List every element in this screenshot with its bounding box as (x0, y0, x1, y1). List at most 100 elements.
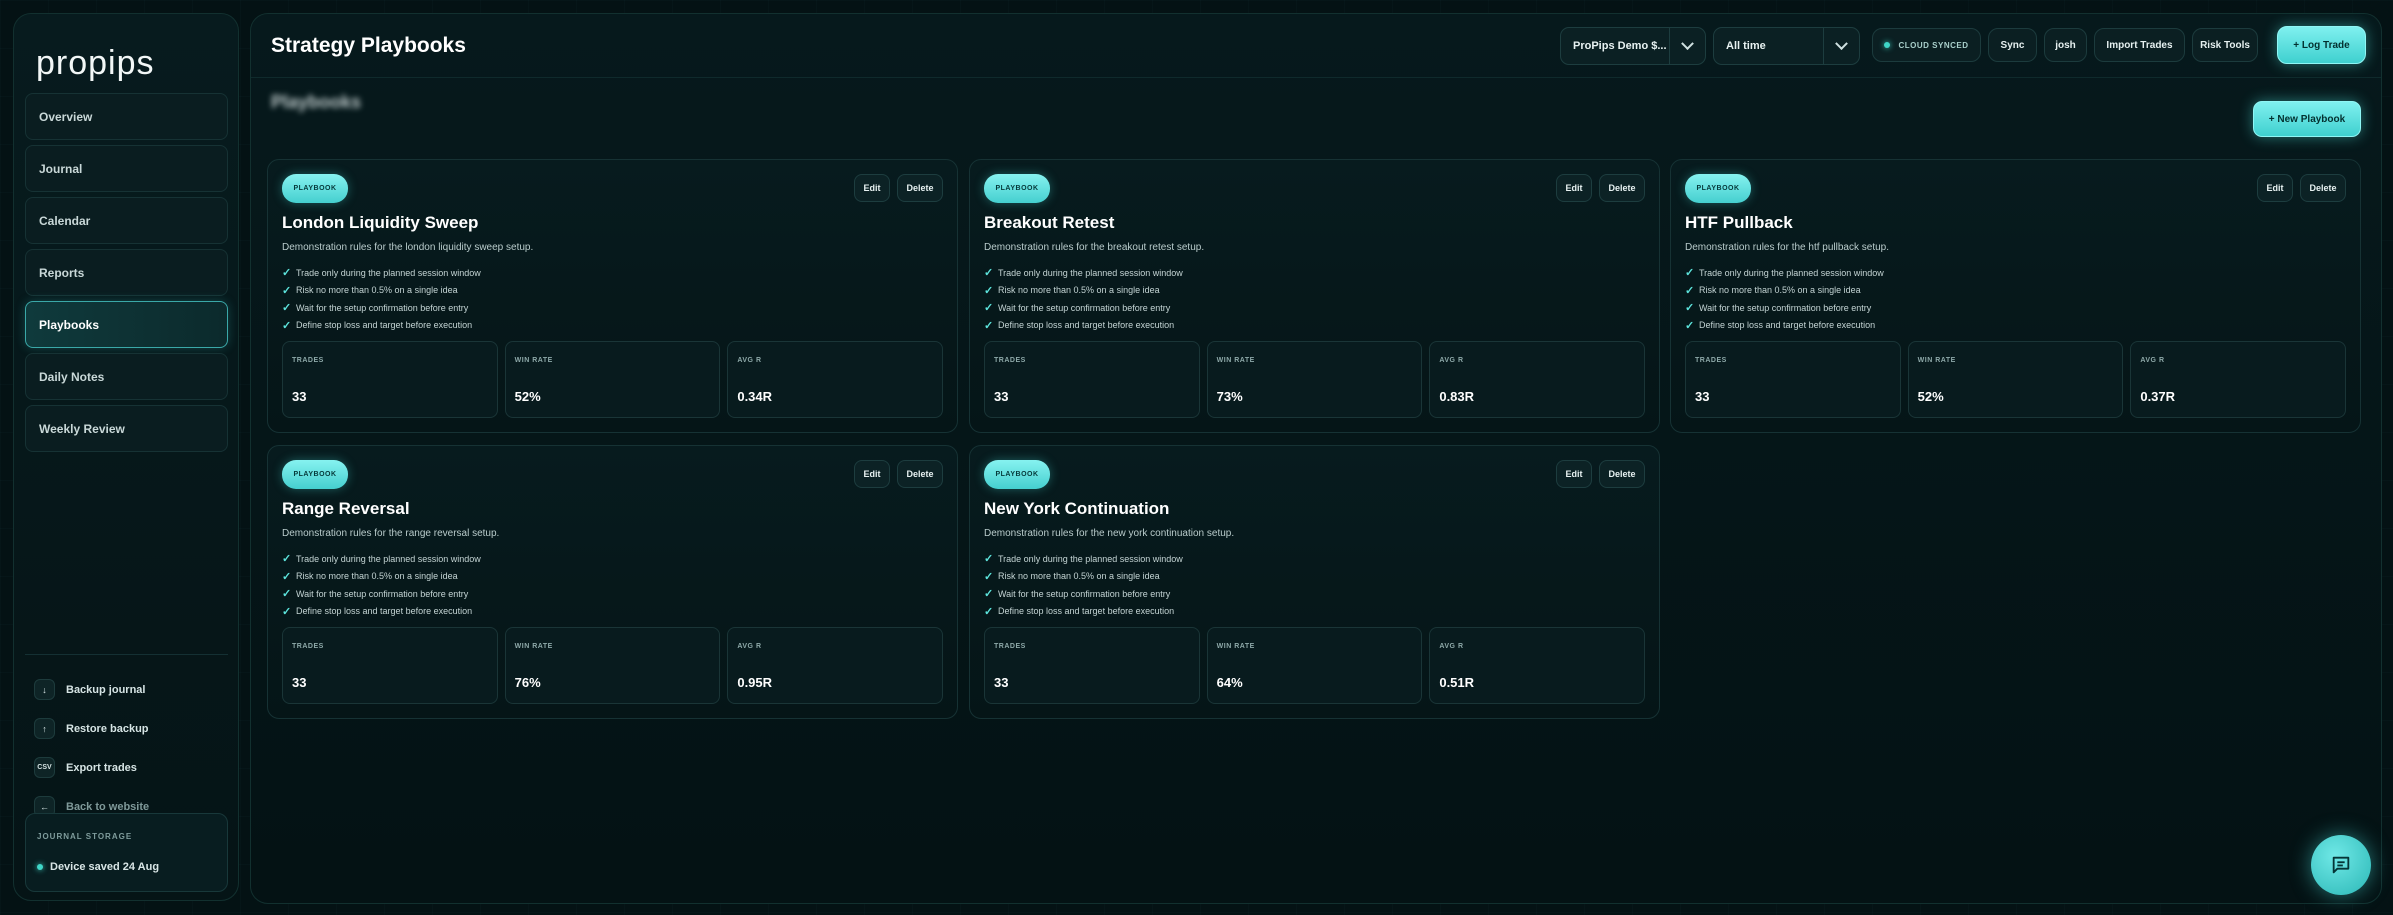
stats-row: TRADES 33 WIN RATE 52% AVG R 0.34R (282, 341, 944, 418)
check-icon: ✓ (282, 553, 292, 566)
stat-win-rate: WIN RATE 73% (1206, 341, 1423, 418)
rule-item: ✓ Define stop loss and target before exec… (1685, 319, 1876, 332)
playbook-title: New York Continuation (984, 499, 1170, 518)
import-trades-button[interactable]: Import Trades (2094, 28, 2185, 62)
edit-button[interactable]: Edit (854, 460, 890, 488)
sidebar-actions: ↓ Backup journal ↑ Restore backup CSV Ex… (34, 670, 234, 826)
cloud-sync-status: CLOUD SYNCED (1872, 28, 1981, 62)
playbook-badge: PLAYBOOK (984, 174, 1050, 203)
sidebar-item-daily-notes[interactable]: Daily Notes (25, 353, 228, 400)
check-icon: ✓ (1685, 319, 1695, 332)
edit-button[interactable]: Edit (2257, 174, 2293, 202)
stat-trades: TRADES 33 (984, 627, 1200, 704)
check-icon: ✓ (282, 284, 292, 297)
playbook-card: PLAYBOOK Edit Delete HTF Pullback Demons… (1670, 159, 2361, 433)
stats-row: TRADES 33 WIN RATE 76% AVG R 0.95R (282, 627, 944, 704)
stat-win-rate: WIN RATE 52% (504, 341, 721, 418)
backup-journal-label: Backup journal (66, 683, 146, 696)
cloud-sync-status-text: CLOUD SYNCED (1898, 40, 1969, 50)
check-icon: ✓ (282, 319, 292, 332)
export-trades-button[interactable]: CSV Export trades (34, 748, 234, 787)
stat-trades: TRADES 33 (1685, 341, 1901, 418)
sidebar-item-playbooks[interactable]: Playbooks (25, 301, 228, 348)
restore-backup-button[interactable]: ↑ Restore backup (34, 709, 234, 748)
stat-avg-r: AVG R 0.83R (1429, 341, 1646, 418)
edit-button[interactable]: Edit (1556, 174, 1592, 202)
playbook-badge: PLAYBOOK (984, 460, 1050, 489)
stats-row: TRADES 33 WIN RATE 64% AVG R 0.51R (984, 627, 1646, 704)
playbook-title: HTF Pullback (1685, 213, 1793, 232)
account-select[interactable]: ProPips Demo $... (1560, 27, 1706, 65)
rules-list: ✓ Trade only during the planned session w… (984, 264, 1183, 334)
check-icon: ✓ (282, 588, 292, 601)
upload-icon: ↑ (34, 718, 55, 739)
stat-avg-r: AVG R 0.37R (2130, 341, 2347, 418)
playbook-title: Range Reversal (282, 499, 410, 518)
stat-avg-r: AVG R 0.95R (727, 627, 944, 704)
check-icon: ✓ (282, 570, 292, 583)
new-playbook-button[interactable]: + New Playbook (2253, 101, 2361, 137)
check-icon: ✓ (984, 267, 994, 280)
storage-status-text: Device saved 24 Aug (50, 861, 160, 873)
export-trades-label: Export trades (66, 761, 137, 774)
stat-trades: TRADES 33 (282, 627, 498, 704)
chevron-down-icon (1669, 28, 1705, 64)
sidebar-nav: Overview Journal Calendar Reports Playbo… (25, 93, 228, 457)
main-panel: Strategy Playbooks ProPips Demo $... All… (250, 13, 2382, 904)
rules-list: ✓ Trade only during the planned session w… (282, 550, 481, 620)
log-trade-button[interactable]: + Log Trade (2277, 26, 2366, 64)
rule-item: ✓ Trade only during the planned session w… (1685, 267, 1884, 280)
stat-avg-r: AVG R 0.34R (727, 341, 944, 418)
check-icon: ✓ (984, 553, 994, 566)
check-icon: ✓ (282, 605, 292, 618)
chat-button[interactable] (2311, 835, 2371, 895)
edit-button[interactable]: Edit (1556, 460, 1592, 488)
rule-item: ✓ Define stop loss and target before exec… (282, 605, 473, 618)
playbook-badge: PLAYBOOK (282, 460, 348, 489)
sidebar: propips Overview Journal Calendar Report… (13, 13, 239, 901)
download-icon: ↓ (34, 679, 55, 700)
check-icon: ✓ (1685, 302, 1695, 315)
top-bar: Strategy Playbooks ProPips Demo $... All… (251, 14, 2381, 78)
rule-item: ✓ Risk no more than 0.5% on a single idea (282, 570, 458, 583)
restore-backup-label: Restore backup (66, 722, 149, 735)
delete-button[interactable]: Delete (1599, 460, 1645, 488)
sync-button[interactable]: Sync (1988, 28, 2037, 62)
rule-item: ✓ Wait for the setup confirmation before … (282, 302, 469, 315)
sidebar-item-journal[interactable]: Journal (25, 145, 228, 192)
delete-button[interactable]: Delete (2300, 174, 2346, 202)
status-dot-icon (37, 864, 43, 870)
playbook-title: Breakout Retest (984, 213, 1115, 232)
sidebar-item-weekly-review[interactable]: Weekly Review (25, 405, 228, 452)
delete-button[interactable]: Delete (897, 174, 943, 202)
stats-row: TRADES 33 WIN RATE 73% AVG R 0.83R (984, 341, 1646, 418)
check-icon: ✓ (282, 302, 292, 315)
edit-button[interactable]: Edit (854, 174, 890, 202)
date-range-select-value: All time (1726, 40, 1766, 52)
delete-button[interactable]: Delete (1599, 174, 1645, 202)
user-button[interactable]: josh (2044, 28, 2087, 62)
risk-tools-button[interactable]: Risk Tools (2192, 28, 2258, 62)
rule-item: ✓ Define stop loss and target before exec… (282, 319, 473, 332)
playbook-badge: PLAYBOOK (282, 174, 348, 203)
rule-item: ✓ Trade only during the planned session w… (282, 553, 481, 566)
sidebar-item-reports[interactable]: Reports (25, 249, 228, 296)
date-range-select[interactable]: All time (1713, 27, 1860, 65)
check-icon: ✓ (984, 284, 994, 297)
playbook-description: Demonstration rules for the london liqui… (282, 242, 534, 253)
playbook-card: PLAYBOOK Edit Delete Range Reversal Demo… (267, 445, 958, 719)
journal-storage-panel: JOURNAL STORAGE Device saved 24 Aug (25, 813, 228, 892)
chevron-down-icon (1823, 28, 1859, 64)
sidebar-item-overview[interactable]: Overview (25, 93, 228, 140)
rule-item: ✓ Wait for the setup confirmation before … (984, 588, 1171, 601)
sidebar-item-calendar[interactable]: Calendar (25, 197, 228, 244)
stat-win-rate: WIN RATE 76% (504, 627, 721, 704)
check-icon: ✓ (984, 302, 994, 315)
backup-journal-button[interactable]: ↓ Backup journal (34, 670, 234, 709)
delete-button[interactable]: Delete (897, 460, 943, 488)
check-icon: ✓ (984, 570, 994, 583)
brand-logo[interactable]: propips (36, 44, 155, 83)
rule-item: ✓ Wait for the setup confirmation before … (1685, 302, 1872, 315)
rules-list: ✓ Trade only during the planned session w… (282, 264, 481, 334)
check-icon: ✓ (1685, 267, 1695, 280)
